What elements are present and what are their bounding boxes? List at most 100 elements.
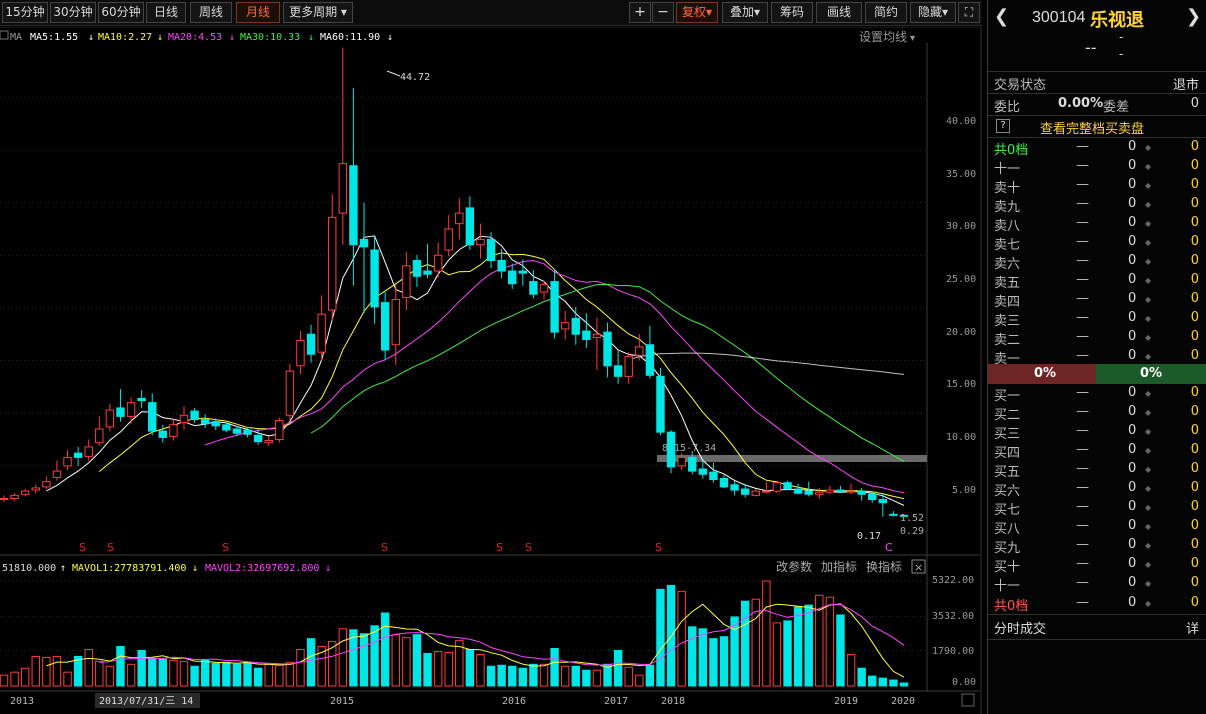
bid-level-row[interactable]: 买五 — 0 ◆ 0 xyxy=(988,460,1206,480)
volume-bar xyxy=(857,667,866,687)
volume-bar xyxy=(476,653,485,687)
candle-body xyxy=(635,346,644,356)
candle-body xyxy=(412,260,422,277)
adjust-rights-label: 复权 xyxy=(681,5,706,19)
time-tick-label: 2019 xyxy=(834,696,858,707)
ask-level-row[interactable]: 卖五 — 0 ◆ 0 xyxy=(988,271,1206,291)
bid-level-row[interactable]: 买八 — 0 ◆ 0 xyxy=(988,517,1206,537)
fullscreen-icon[interactable]: ⛶ xyxy=(958,2,980,23)
adjust-rights-dropdown[interactable]: 复权▾ xyxy=(676,2,718,23)
ask-level-row[interactable]: 卖十 — 0 ◆ 0 xyxy=(988,176,1206,196)
more-periods-label: 更多周期 xyxy=(289,5,338,19)
volume-bar xyxy=(264,663,273,687)
volume-bar xyxy=(677,590,686,687)
ask-level-row[interactable]: 卖八 — 0 ◆ 0 xyxy=(988,214,1206,234)
cursor-date-label: 2013/07/31/三 14 xyxy=(99,696,193,707)
dividend-mark[interactable]: S xyxy=(381,541,388,554)
dividend-mark[interactable]: S xyxy=(222,541,229,554)
zoom-in-button[interactable]: + xyxy=(629,2,651,23)
ask-level-row[interactable]: 十一 — 0 ◆ 0 xyxy=(988,157,1206,177)
time-tick-label: 2016 xyxy=(502,696,526,707)
full-book-link[interactable]: 查看完整档买卖盘 xyxy=(1040,118,1144,137)
chips-button[interactable]: 筹码 xyxy=(771,2,813,23)
draw-line-button[interactable]: 画线 xyxy=(816,2,862,23)
overlay-dropdown[interactable]: 叠加▾ xyxy=(722,2,768,23)
level-label: 买十 xyxy=(994,560,1021,575)
dividend-mark[interactable]: S xyxy=(79,541,86,554)
c-mark[interactable]: C xyxy=(885,541,893,554)
dividend-mark[interactable]: S xyxy=(655,541,662,554)
hide-dropdown[interactable]: 隐藏▾ xyxy=(910,2,956,23)
ask-level-row[interactable]: 卖六 — 0 ◆ 0 xyxy=(988,252,1206,272)
level-volume: 0 xyxy=(1128,272,1137,287)
edit-params-button[interactable]: 改参数 xyxy=(776,559,812,574)
price-change-pct: - xyxy=(1119,47,1124,61)
full-book-row[interactable]: ? 查看完整档买卖盘 xyxy=(988,117,1206,137)
candle-body xyxy=(402,265,411,298)
ask-level-row[interactable]: 卖二 — 0 ◆ 0 xyxy=(988,328,1206,348)
dividend-mark[interactable]: S xyxy=(496,541,503,554)
ma-settings-dropdown[interactable]: 设置均线 xyxy=(859,30,907,44)
period-15min-button[interactable]: 15分钟 xyxy=(2,2,48,23)
ask-level-row[interactable]: 卖三 — 0 ◆ 0 xyxy=(988,309,1206,329)
volume-bar xyxy=(148,657,157,687)
bid-level-row[interactable]: 买一 — 0 ◆ 0 xyxy=(988,384,1206,404)
help-icon[interactable]: ? xyxy=(996,119,1010,133)
candle-body xyxy=(751,490,760,496)
volume-bar xyxy=(645,664,655,687)
period-30min-button[interactable]: 30分钟 xyxy=(50,2,96,23)
volume-bar xyxy=(719,636,729,687)
ask-level-row[interactable]: 卖九 — 0 ◆ 0 xyxy=(988,195,1206,215)
zoom-out-button[interactable]: − xyxy=(652,2,674,23)
period-monthly-button[interactable]: 月线 xyxy=(236,2,280,23)
bid-level-row[interactable]: 买九 — 0 ◆ 0 xyxy=(988,536,1206,556)
level-count: 0 xyxy=(1190,196,1199,211)
bid-level-row[interactable]: 买十 — 0 ◆ 0 xyxy=(988,555,1206,575)
level-volume: 0 xyxy=(1128,385,1137,400)
bid-level-row[interactable]: 买四 — 0 ◆ 0 xyxy=(988,441,1206,461)
last-price-label: 1.52 xyxy=(900,513,924,524)
volume-bar xyxy=(624,666,633,687)
ticks-detail-button[interactable]: 详 xyxy=(1186,618,1199,637)
bid-level-row[interactable]: 买三 — 0 ◆ 0 xyxy=(988,422,1206,442)
bid-level-row[interactable]: 买六 — 0 ◆ 0 xyxy=(988,479,1206,499)
kline-chart-panel[interactable]: MA MA5:1.55 ↓ MA10:2.27 ↓ MA20:4.53 ↓ MA… xyxy=(0,27,982,714)
volume-bar xyxy=(836,614,845,687)
level-label: 十一 xyxy=(994,579,1021,594)
period-daily-button[interactable]: 日线 xyxy=(146,2,186,23)
next-stock-icon[interactable]: ❯ xyxy=(1186,6,1201,27)
ticks-row[interactable]: 分时成交 详 xyxy=(988,617,1206,637)
bid-level-row[interactable]: 买七 — 0 ◆ 0 xyxy=(988,498,1206,518)
level-volume: 0 xyxy=(1128,158,1137,173)
candle-body xyxy=(889,513,898,516)
order-book-total-bottom[interactable]: 共0档 — 0 ◆ 0 xyxy=(988,594,1206,614)
level-count: 0 xyxy=(1190,310,1199,325)
bid-level-row[interactable]: 十一 — 0 ◆ 0 xyxy=(988,574,1206,594)
level-price: — xyxy=(1076,480,1089,495)
ask-level-row[interactable]: 卖四 — 0 ◆ 0 xyxy=(988,290,1206,310)
chart-scrollbar[interactable] xyxy=(980,27,982,714)
level-dot-icon: ◆ xyxy=(1145,389,1152,398)
ma-toggle-icon[interactable] xyxy=(0,30,9,40)
period-weekly-button[interactable]: 周线 xyxy=(190,2,232,23)
dividend-mark[interactable]: S xyxy=(107,541,114,554)
volume-bar xyxy=(338,628,348,687)
level-count: 0 xyxy=(1190,234,1199,249)
prev-stock-icon[interactable]: ❮ xyxy=(994,6,1009,27)
more-periods-dropdown[interactable]: 更多周期 ▾ xyxy=(283,2,353,23)
order-book-total-top[interactable]: 共0档 — 0 ◆ 0 xyxy=(988,138,1206,158)
candle-body xyxy=(190,410,199,421)
level-count: 0 xyxy=(1190,348,1199,363)
ma20-down-icon: ↓ xyxy=(229,32,235,43)
candle-body xyxy=(762,490,771,493)
volume-bar xyxy=(20,667,30,687)
settings-corner-icon[interactable] xyxy=(961,693,975,707)
period-60min-button[interactable]: 60分钟 xyxy=(98,2,144,23)
dividend-mark[interactable]: S xyxy=(525,541,532,554)
bid-level-row[interactable]: 买二 — 0 ◆ 0 xyxy=(988,403,1206,423)
change-indicator-button[interactable]: 换指标 xyxy=(866,559,902,574)
add-indicator-button[interactable]: 加指标 xyxy=(821,559,857,574)
simple-mode-button[interactable]: 简约 xyxy=(865,2,907,23)
ask-level-row[interactable]: 卖七 — 0 ◆ 0 xyxy=(988,233,1206,253)
ma5-down-icon: ↓ xyxy=(88,32,94,43)
